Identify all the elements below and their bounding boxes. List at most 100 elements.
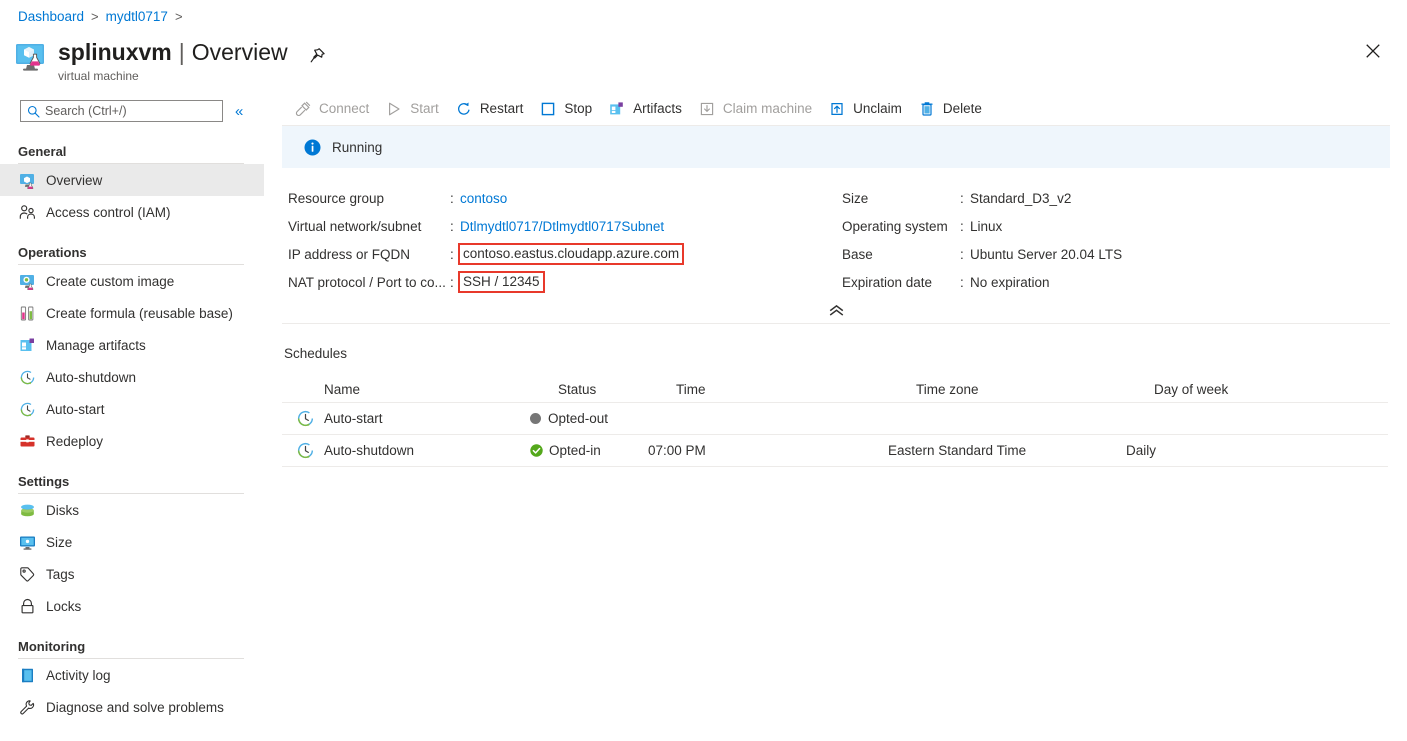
- clock-icon: [18, 368, 36, 386]
- property-value: No expiration: [970, 274, 1050, 290]
- restart-button[interactable]: Restart: [449, 94, 534, 124]
- sidebar-item-manage-artifacts[interactable]: Manage artifacts: [0, 329, 264, 361]
- schedule-time: 07:00 PM: [648, 443, 706, 458]
- claim-download-icon: [698, 100, 716, 118]
- restart-icon: [455, 100, 473, 118]
- sidebar-item-disks[interactable]: Disks: [0, 494, 264, 526]
- property-key: Base: [842, 246, 873, 262]
- breadcrumb-item-mydtl0717[interactable]: mydtl0717: [106, 9, 168, 24]
- connect-button[interactable]: Connect: [288, 94, 379, 124]
- schedule-status-cell: Opted-in: [530, 443, 648, 458]
- sidebar-item-size[interactable]: Size: [0, 526, 264, 558]
- property-colon: :: [960, 274, 964, 290]
- title-separator: |: [178, 39, 185, 65]
- delete-button[interactable]: Delete: [912, 94, 992, 124]
- clock-icon: [18, 400, 36, 418]
- property-key: Operating system: [842, 218, 948, 234]
- sidebar-item-label: Tags: [46, 566, 75, 582]
- search-icon: [27, 105, 40, 118]
- property-value[interactable]: Dtlmydtl0717/Dtlmydtl0717Subnet: [460, 219, 664, 234]
- property-value[interactable]: contoso: [460, 191, 507, 206]
- table-row[interactable]: Auto-shutdown Opted-in 07:00 PM Eastern …: [282, 435, 1388, 467]
- sidebar-group-general: General: [18, 143, 67, 159]
- clock-icon: [296, 441, 315, 460]
- stop-button[interactable]: Stop: [533, 94, 602, 124]
- custom-image-icon: [18, 272, 36, 290]
- collapse-essentials-button[interactable]: [282, 300, 1390, 324]
- sidebar-item-overview[interactable]: Overview: [0, 164, 264, 196]
- search-input[interactable]: Search (Ctrl+/): [20, 100, 223, 122]
- column-header-status: Status: [558, 382, 597, 397]
- command-label: Start: [410, 101, 439, 116]
- sidebar-item-locks[interactable]: Locks: [0, 590, 264, 622]
- sidebar-item-auto-start[interactable]: Auto-start: [0, 393, 264, 425]
- collapse-sidebar-button[interactable]: «: [235, 104, 243, 119]
- property-value-highlighted: SSH / 12345: [458, 271, 545, 293]
- property-colon: :: [450, 190, 454, 206]
- pin-icon[interactable]: [303, 41, 331, 69]
- sidebar-item-label: Locks: [46, 598, 82, 614]
- gray-dot-icon: [530, 413, 541, 424]
- lock-icon: [18, 597, 36, 615]
- sidebar-item-redeploy[interactable]: Redeploy: [0, 425, 264, 457]
- property-key: IP address or FQDN: [288, 246, 411, 262]
- property-base: Base : Ubuntu Server 20.04 LTS: [842, 240, 1282, 268]
- command-label: Stop: [564, 101, 593, 116]
- sidebar-item-create-custom-image[interactable]: Create custom image: [0, 265, 264, 297]
- property-operating-system: Operating system : Linux: [842, 212, 1282, 240]
- property-size: Size : Standard_D3_v2: [842, 184, 1282, 212]
- table-row[interactable]: Auto-start Opted-out: [282, 403, 1388, 435]
- sidebar-item-label: Overview: [46, 172, 103, 188]
- page-name: Overview: [191, 39, 288, 65]
- schedule-name-cell: Auto-shutdown: [296, 441, 530, 460]
- property-key: Virtual network/subnet: [288, 218, 422, 234]
- command-label: Unclaim: [853, 101, 902, 116]
- redeploy-icon: [18, 432, 36, 450]
- connect-plug-icon: [294, 100, 312, 118]
- sidebar-item-diagnose[interactable]: Diagnose and solve problems: [0, 691, 264, 723]
- green-check-icon: [530, 444, 543, 457]
- essentials-left-column: Resource group : contoso Virtual network…: [282, 184, 842, 296]
- page-title: splinuxvm | Overview: [58, 38, 288, 66]
- table-header-row: Name Status Time Time zone Day of week: [282, 377, 1388, 403]
- sidebar-item-access-control[interactable]: Access control (IAM): [0, 196, 264, 228]
- breadcrumb-item-dashboard[interactable]: Dashboard: [18, 9, 84, 24]
- sidebar-item-label: Redeploy: [46, 433, 104, 449]
- sidebar-item-label: Size: [46, 534, 73, 550]
- property-expiration-date: Expiration date : No expiration: [842, 268, 1282, 296]
- devtest-lab-vm-icon: [14, 40, 48, 74]
- claim-machine-button[interactable]: Claim machine: [692, 94, 822, 124]
- schedules-table: Name Status Time Time zone Day of week A…: [282, 377, 1388, 467]
- unclaim-button[interactable]: Unclaim: [822, 94, 912, 124]
- column-header-time-zone: Time zone: [916, 382, 979, 397]
- sidebar-item-label: Create custom image: [46, 273, 175, 289]
- schedule-status: Opted-in: [549, 443, 601, 458]
- property-value: Standard_D3_v2: [970, 190, 1072, 206]
- property-key: NAT protocol / Port to co...: [288, 274, 446, 290]
- start-button[interactable]: Start: [379, 94, 449, 124]
- property-key: Expiration date: [842, 274, 933, 290]
- sidebar-search-row: Search (Ctrl+/) «: [0, 95, 264, 127]
- essentials-panel: Resource group : contoso Virtual network…: [282, 168, 1390, 324]
- tags-icon: [18, 565, 36, 583]
- command-label: Connect: [319, 101, 370, 116]
- property-virtual-network-subnet: Virtual network/subnet : Dtlmydtl0717/Dt…: [288, 212, 842, 240]
- size-icon: [18, 533, 36, 551]
- sidebar-group-operations: Operations: [18, 244, 87, 260]
- artifacts-button[interactable]: Artifacts: [602, 94, 692, 124]
- sidebar-item-tags[interactable]: Tags: [0, 558, 264, 590]
- command-label: Artifacts: [633, 101, 682, 116]
- sidebar-item-activity-log[interactable]: Activity log: [0, 659, 264, 691]
- sidebar-item-create-formula[interactable]: Create formula (reusable base): [0, 297, 264, 329]
- resource-name: splinuxvm: [58, 39, 172, 65]
- sidebar-item-auto-shutdown[interactable]: Auto-shutdown: [0, 361, 264, 393]
- main-content: Connect Start Restart Stop Artifacts Cla…: [282, 92, 1390, 741]
- property-value: Ubuntu Server 20.04 LTS: [970, 246, 1123, 262]
- close-icon[interactable]: [1360, 38, 1386, 64]
- schedule-name: Auto-shutdown: [324, 443, 415, 458]
- sidebar-item-label: Create formula (reusable base): [46, 305, 233, 321]
- column-header-time: Time: [676, 382, 706, 397]
